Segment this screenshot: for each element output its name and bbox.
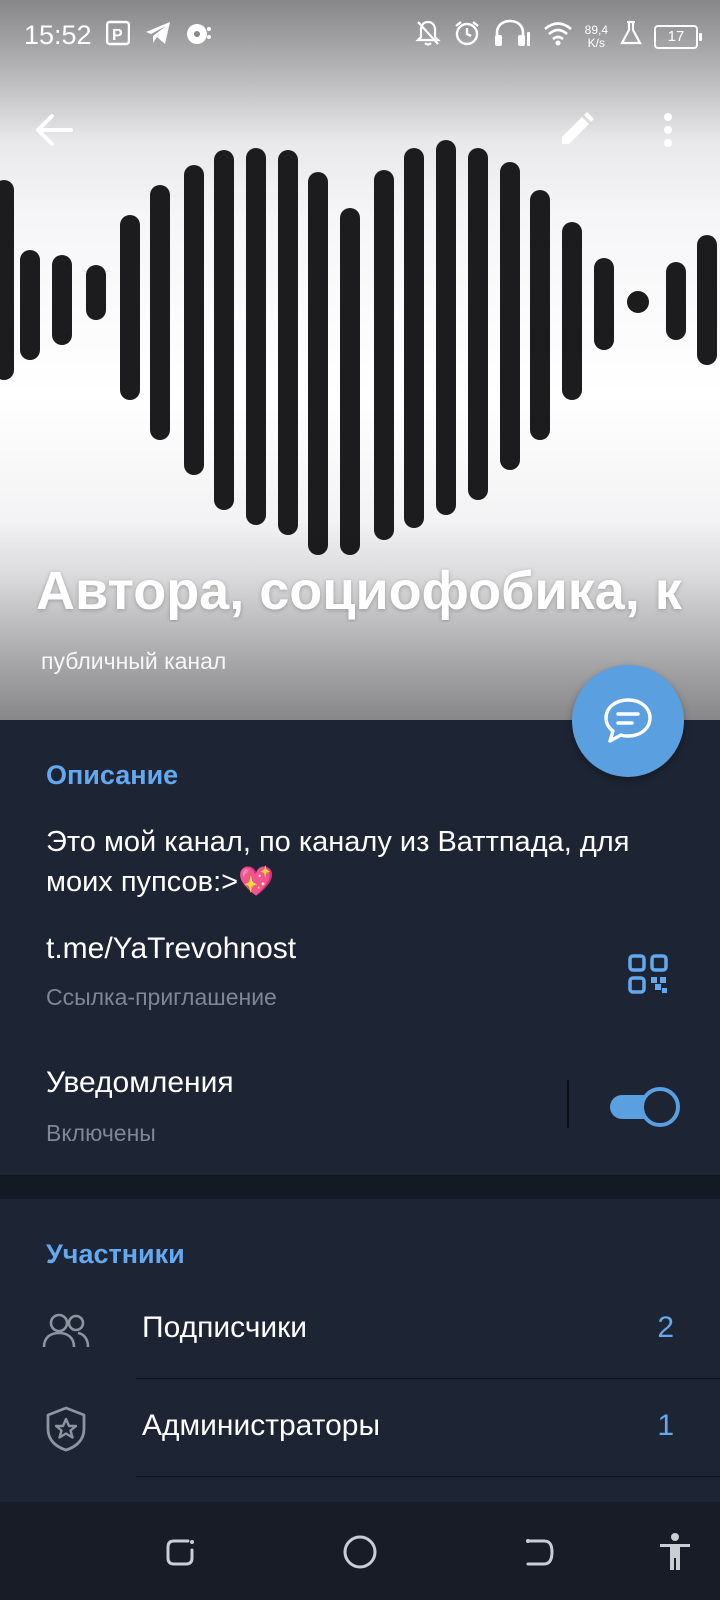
wave-bar xyxy=(374,170,394,540)
qr-code-icon xyxy=(628,954,668,994)
system-navigation-bar xyxy=(0,1502,720,1600)
wave-bar xyxy=(562,222,582,400)
pencil-icon xyxy=(562,112,594,144)
wave-dot xyxy=(627,291,649,313)
notifications-state: Включены xyxy=(46,1120,156,1146)
media-icon xyxy=(186,20,212,53)
wave-bar xyxy=(120,215,140,400)
battery-level: 17 xyxy=(667,28,685,45)
description-heading: Описание xyxy=(46,760,179,790)
bell-off-icon xyxy=(414,19,441,54)
wave-bar xyxy=(20,250,40,360)
channel-description: Это мой канал, по каналу из Ваттпада, дл… xyxy=(46,826,630,898)
status-system-icons: 89,4 K/s 17 xyxy=(414,18,702,55)
wave-bar xyxy=(697,235,717,365)
parking-icon: P xyxy=(105,20,131,53)
shield-star-icon xyxy=(40,1403,92,1455)
edit-button[interactable] xyxy=(550,104,602,156)
wave-bar xyxy=(0,180,14,380)
back-arrow-icon xyxy=(36,114,73,146)
wave-bar xyxy=(594,258,614,350)
svg-text:P: P xyxy=(112,27,123,44)
subscribers-row[interactable]: Подписчики 2 xyxy=(0,1281,720,1379)
people-icon xyxy=(40,1305,92,1357)
status-bar: 15:52 P 89,4 K/s 17 xyxy=(0,0,720,72)
wave-bar xyxy=(214,150,234,510)
chat-bubble-icon xyxy=(604,698,652,743)
network-speed-value: 89,4 xyxy=(584,22,608,37)
wave-bar xyxy=(52,255,72,345)
administrators-count: 1 xyxy=(657,1409,674,1442)
wifi-icon xyxy=(543,20,573,53)
alarm-icon xyxy=(453,19,481,54)
section-gap xyxy=(0,1175,720,1199)
discuss-button[interactable] xyxy=(572,665,684,777)
administrators-label: Администраторы xyxy=(142,1409,381,1442)
subscribers-label: Подписчики xyxy=(142,1311,308,1344)
notifications-divider xyxy=(567,1080,569,1128)
home-icon xyxy=(343,1535,377,1569)
wave-bar xyxy=(246,148,266,525)
members-heading: Участники xyxy=(46,1239,185,1269)
wave-bar xyxy=(468,148,488,500)
status-time: 15:52 xyxy=(24,20,92,50)
members-section: Участники Подписчики 2 Администраторы 1 xyxy=(0,1199,720,1502)
more-options-button[interactable] xyxy=(642,104,694,156)
channel-title: Автора, социофобика, к xyxy=(36,561,682,621)
wave-bar xyxy=(150,185,170,440)
subscribers-count: 2 xyxy=(657,1311,674,1344)
nav-back-button[interactable] xyxy=(520,1532,560,1572)
wave-bar xyxy=(436,140,456,515)
notifications-toggle[interactable] xyxy=(610,1085,680,1127)
accessibility-icon xyxy=(660,1533,690,1570)
wave-bar xyxy=(404,148,424,528)
wave-bar xyxy=(666,262,686,340)
wave-bar xyxy=(340,208,360,555)
wave-bar xyxy=(86,265,106,320)
telegram-icon xyxy=(144,20,172,53)
status-notification-icons: P xyxy=(105,20,212,53)
battery-indicator: 17 xyxy=(654,24,702,49)
recents-icon xyxy=(166,1539,194,1566)
invite-link[interactable]: t.me/YaTrevohnost xyxy=(46,932,296,966)
back-button[interactable] xyxy=(28,104,80,156)
accessibility-button[interactable] xyxy=(655,1532,695,1572)
network-speed-unit: K/s xyxy=(587,35,605,50)
lab-icon xyxy=(620,20,642,53)
row-separator xyxy=(136,1476,720,1477)
wave-bar xyxy=(308,172,328,555)
headphones-icon xyxy=(493,18,531,55)
back-icon xyxy=(526,1539,554,1566)
more-vertical-icon xyxy=(664,113,672,147)
network-speed: 89,4 K/s xyxy=(584,22,608,50)
recents-button[interactable] xyxy=(160,1532,200,1572)
home-button[interactable] xyxy=(340,1532,380,1572)
administrators-row[interactable]: Администраторы 1 xyxy=(0,1379,720,1477)
notifications-label: Уведомления xyxy=(46,1066,234,1099)
wave-bar xyxy=(500,162,520,470)
wave-bar xyxy=(278,150,298,535)
channel-type: публичный канал xyxy=(41,648,227,674)
wave-bar xyxy=(530,190,550,440)
invite-link-caption: Ссылка-приглашение xyxy=(46,984,277,1010)
toggle-knob xyxy=(640,1087,680,1127)
wave-bar xyxy=(184,165,204,475)
qr-code-button[interactable] xyxy=(628,954,668,999)
